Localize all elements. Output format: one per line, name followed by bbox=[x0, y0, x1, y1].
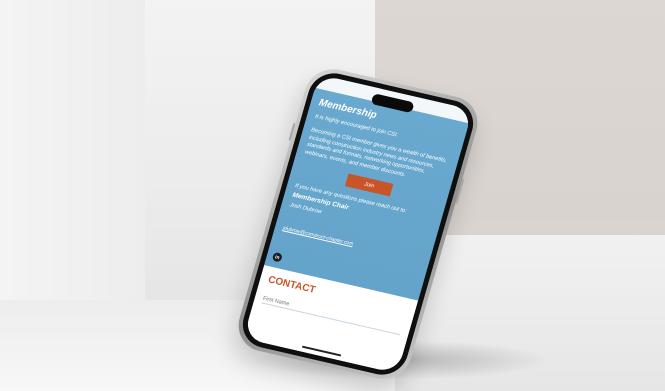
chair-email-link[interactable]: jdubrow@construct-chapter.com bbox=[282, 225, 354, 247]
join-button[interactable]: Join bbox=[344, 173, 394, 197]
membership-body: Becoming a CSI member gives you a wealth… bbox=[304, 127, 448, 178]
linkedin-glyph: in bbox=[274, 253, 281, 261]
linkedin-icon[interactable]: in bbox=[271, 251, 283, 263]
